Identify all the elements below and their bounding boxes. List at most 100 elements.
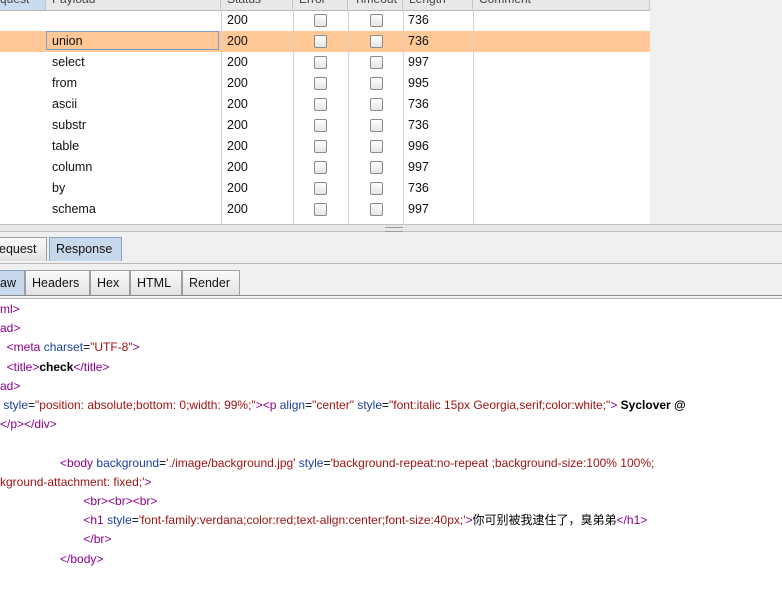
column-header-payload[interactable]: Payload	[46, 0, 221, 10]
error-checkbox[interactable]	[314, 56, 327, 69]
error-checkbox[interactable]	[314, 14, 327, 27]
tab-hex[interactable]: Hex	[90, 270, 130, 296]
length-cell: 736	[408, 97, 429, 111]
error-checkbox[interactable]	[314, 182, 327, 195]
tab-request[interactable]: equest	[0, 237, 47, 261]
error-checkbox[interactable]	[314, 77, 327, 90]
payload-cell: table	[52, 139, 80, 153]
error-checkbox[interactable]	[314, 203, 327, 216]
column-header-status[interactable]: Status	[221, 0, 293, 10]
timeout-checkbox[interactable]	[370, 119, 383, 132]
error-checkbox[interactable]	[314, 161, 327, 174]
status-cell: 200	[227, 202, 248, 216]
table-row[interactable]: select 200 997	[0, 52, 650, 73]
table-row[interactable]: column 200 997	[0, 157, 650, 178]
table-row[interactable]: ascii 200 736	[0, 94, 650, 115]
panel-splitter[interactable]	[0, 224, 782, 232]
code-token-val: "center"	[312, 398, 358, 412]
status-cell: 200	[227, 97, 248, 111]
code-token-attr: align	[279, 398, 306, 412]
status-cell: 200	[227, 139, 248, 153]
code-token-bold: check	[39, 359, 74, 374]
code-token-attr: charset	[43, 340, 84, 355]
tab-headers[interactable]: Headers	[25, 270, 90, 296]
column-header-error[interactable]: Error	[293, 0, 348, 10]
timeout-checkbox[interactable]	[370, 35, 383, 48]
response-raw-view[interactable]: ml> ad> <meta charset="UTF-8"> <title>che…	[0, 298, 782, 607]
payload-cell: schema	[52, 202, 96, 216]
code-token-val: kground-attachment: fixed;'	[0, 474, 145, 489]
code-token-val: "font:italic 15px Georgia,serif;color:wh…	[389, 398, 611, 412]
length-cell: 736	[408, 34, 429, 48]
error-checkbox[interactable]	[314, 140, 327, 153]
timeout-checkbox[interactable]	[370, 161, 383, 174]
code-token-tag: >	[465, 513, 473, 528]
table-row[interactable]: schema 200 997	[0, 199, 650, 220]
column-header-comment[interactable]: Comment	[473, 0, 650, 10]
length-cell: 996	[408, 139, 429, 153]
tab-render[interactable]: Render	[182, 270, 240, 296]
timeout-checkbox[interactable]	[370, 203, 383, 216]
timeout-checkbox[interactable]	[370, 56, 383, 69]
table-row[interactable]: by 200 736	[0, 178, 650, 199]
length-cell: 736	[408, 13, 429, 27]
response-view-tabbar: aw Headers Hex HTML Render	[0, 263, 782, 298]
column-header-length[interactable]: Length	[403, 0, 473, 10]
column-divider	[473, 10, 474, 224]
tab-response[interactable]: Response	[49, 237, 122, 261]
table-row[interactable]: substr 200 736	[0, 115, 650, 136]
length-cell: 997	[408, 160, 429, 174]
code-line: <body background = './image/background.jpg…	[0, 454, 654, 473]
code-token-attr: style	[298, 455, 324, 470]
error-checkbox[interactable]	[314, 98, 327, 111]
status-cell: 200	[227, 55, 248, 69]
error-checkbox[interactable]	[314, 35, 327, 48]
status-cell: 200	[227, 34, 248, 48]
code-token-txt: =	[28, 398, 36, 412]
table-row[interactable]: 200 736	[0, 10, 650, 31]
timeout-checkbox[interactable]	[370, 140, 383, 153]
tab-raw[interactable]: aw	[0, 270, 25, 296]
results-panel: quest Payload Status Error Timeout Lengt…	[0, 0, 782, 224]
tabbar-baseline	[0, 295, 782, 296]
code-line: ml>	[0, 300, 20, 319]
timeout-checkbox[interactable]	[370, 98, 383, 111]
table-row[interactable]: from 200 995	[0, 73, 650, 94]
code-token-txt: =	[382, 398, 390, 412]
table-row[interactable]: union 200 736	[0, 31, 650, 52]
payload-cell: ascii	[52, 97, 78, 111]
code-token-txt: =	[131, 513, 139, 528]
error-checkbox[interactable]	[314, 119, 327, 132]
status-cell: 200	[227, 181, 248, 195]
code-token-tag: >	[132, 340, 140, 355]
timeout-checkbox[interactable]	[370, 77, 383, 90]
code-token-tag: <br><br><br>	[83, 494, 158, 508]
code-token-tag: <title>	[6, 359, 40, 374]
table-row[interactable]: table 200 996	[0, 136, 650, 157]
code-line: </p></div>	[0, 415, 57, 434]
code-line: </body>	[0, 550, 103, 569]
results-table: quest Payload Status Error Timeout Lengt…	[0, 0, 650, 224]
timeout-checkbox[interactable]	[370, 182, 383, 195]
code-token-attr: style	[357, 398, 383, 412]
code-line: ad>	[0, 377, 20, 396]
column-header-request[interactable]: quest	[0, 0, 46, 10]
column-divider	[221, 10, 222, 224]
tab-html[interactable]: HTML	[130, 270, 182, 296]
timeout-checkbox[interactable]	[370, 14, 383, 27]
code-token-tag: ad>	[0, 321, 21, 336]
code-token-tag: </br>	[83, 532, 112, 547]
code-token-txt: =	[323, 455, 331, 470]
code-token-tag: <h1	[83, 513, 108, 528]
code-token-tag: ml>	[0, 302, 20, 316]
status-cell: 200	[227, 13, 248, 27]
code-token-bold: Syclover @	[617, 398, 686, 412]
payload-cell: column	[52, 160, 93, 174]
code-token-tag: </body>	[60, 551, 104, 566]
column-header-timeout[interactable]: Timeout	[348, 0, 403, 10]
code-token-val: 'font-family:verdana;color:red;text-alig…	[138, 513, 466, 528]
code-line: ad>	[0, 319, 20, 338]
